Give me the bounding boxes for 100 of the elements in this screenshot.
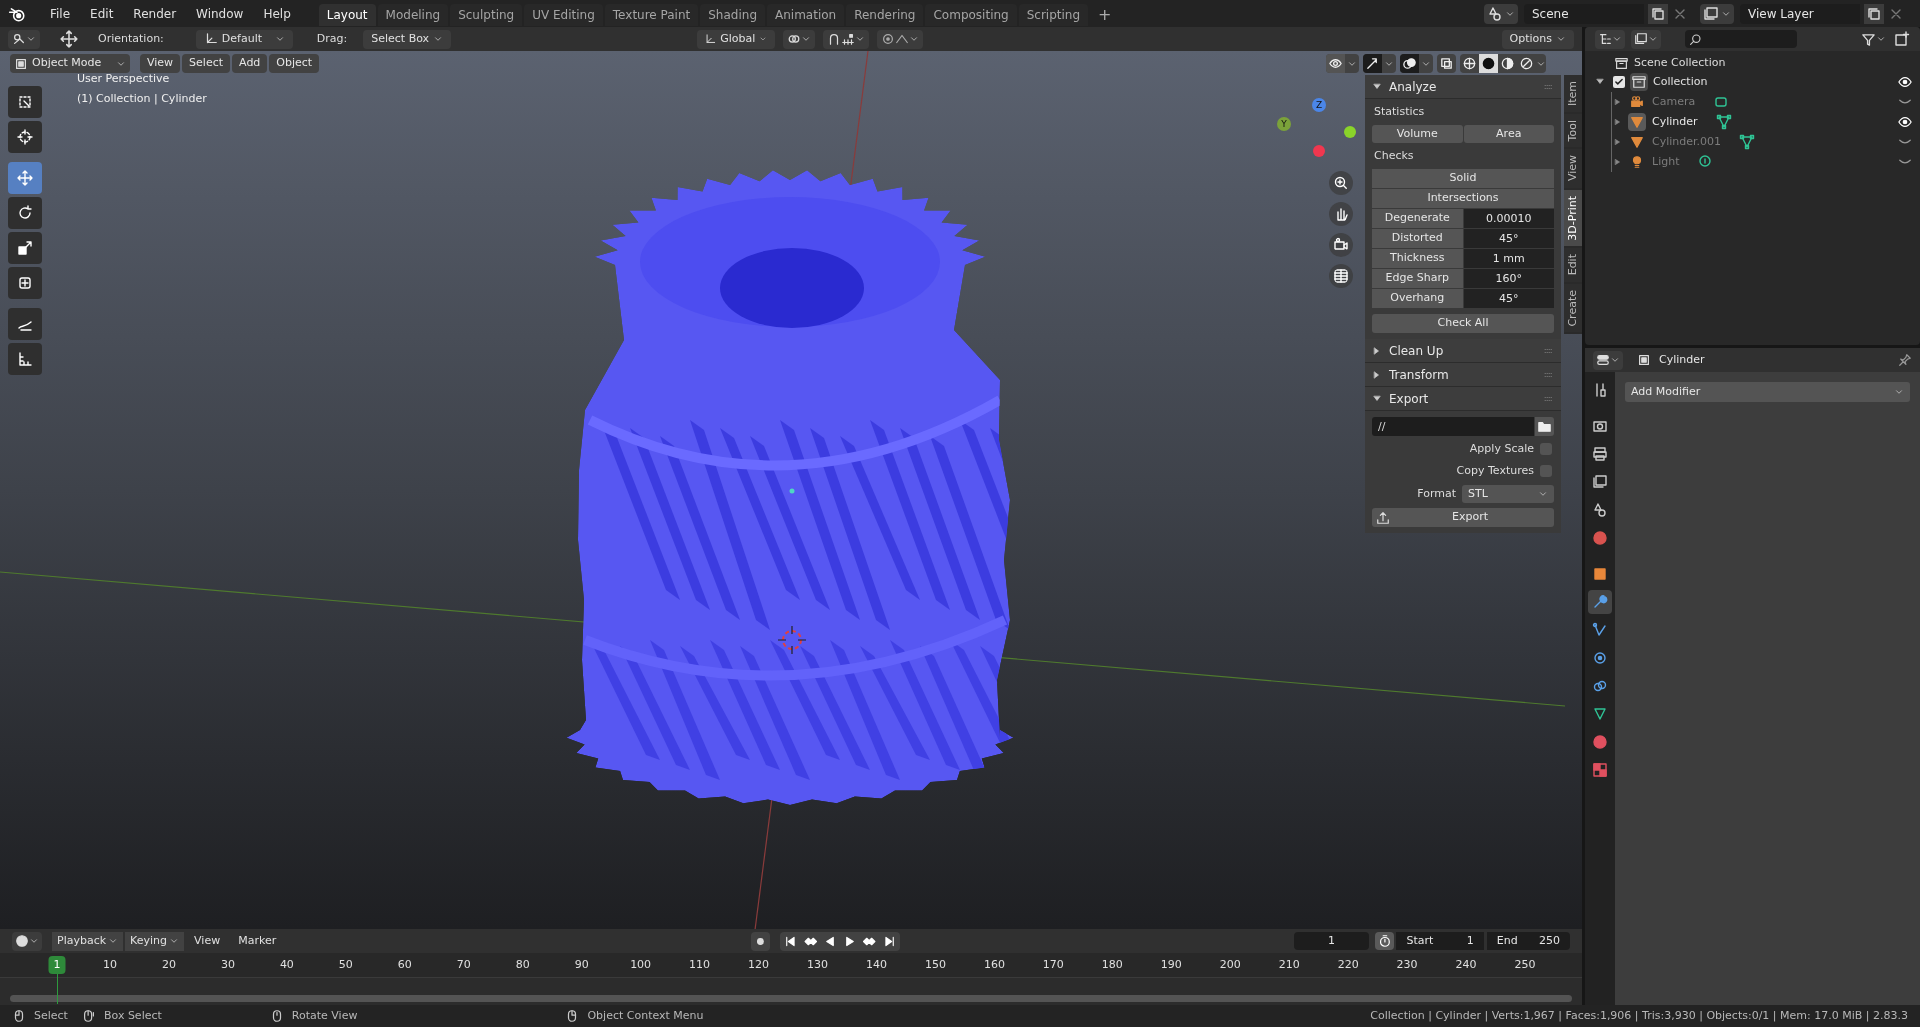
start-frame-field[interactable]: Start 1	[1396, 932, 1484, 950]
copy-icon[interactable]	[1648, 3, 1668, 24]
name-field[interactable]: Scene	[1524, 3, 1644, 24]
check-all-button[interactable]: Check All	[1372, 314, 1554, 333]
pin-icon[interactable]	[1898, 353, 1912, 367]
export-button[interactable]: Export	[1372, 508, 1554, 527]
add-workspace-button[interactable]: +	[1090, 3, 1120, 27]
workspace-tab[interactable]: Modeling	[377, 4, 449, 26]
select-box-icon[interactable]	[8, 86, 42, 118]
zoom-icon[interactable]	[1329, 171, 1353, 195]
current-frame-marker[interactable]: 1	[48, 956, 66, 974]
copy-icon[interactable]	[1864, 3, 1884, 24]
xray-icon[interactable]	[1437, 54, 1456, 73]
expand-arrow-icon[interactable]	[1614, 118, 1622, 126]
hand-icon[interactable]	[1329, 202, 1353, 226]
workspace-tab[interactable]: Texture Paint	[604, 4, 699, 26]
viewport-toggle[interactable]	[1326, 54, 1359, 73]
timeline-menu[interactable]: Marker	[230, 931, 285, 951]
workspace-tab[interactable]: Scripting	[1018, 4, 1089, 26]
workspace-tab[interactable]: Shading	[700, 4, 765, 26]
new-collection-icon[interactable]	[1894, 31, 1910, 47]
camera-icon[interactable]	[1329, 233, 1353, 257]
workspace-tab[interactable]: Rendering	[846, 4, 924, 26]
mesh-data-icon[interactable]	[1715, 114, 1732, 130]
outliner-item[interactable]: Cylinder	[1652, 113, 1698, 131]
format-dropdown[interactable]: STL	[1462, 485, 1554, 503]
viewport-menu[interactable]: Select	[182, 54, 231, 73]
eye-icon[interactable]	[1898, 75, 1912, 89]
grid-icon[interactable]	[1329, 264, 1353, 288]
checkbox[interactable]	[1613, 76, 1625, 88]
workspace-tab[interactable]: UV Editing	[524, 4, 603, 26]
workspace-tab[interactable]: Layout	[318, 4, 376, 26]
disclosure-triangle-icon[interactable]	[1596, 78, 1604, 86]
editor-type-dropdown[interactable]	[1593, 350, 1623, 370]
transform-icon[interactable]	[8, 267, 42, 299]
orientation-dropdown[interactable]: Default	[195, 29, 293, 49]
statistic-button[interactable]: Area	[1463, 125, 1554, 143]
viewport-menu[interactable]: View	[140, 54, 181, 73]
check-button[interactable]: Edge Sharp	[1372, 269, 1463, 288]
check-button[interactable]: Overhang	[1372, 289, 1463, 308]
check-button[interactable]: Distorted	[1372, 229, 1463, 248]
record-icon[interactable]	[751, 931, 770, 951]
checkbox[interactable]	[1540, 443, 1552, 455]
check-button[interactable]: Intersections	[1372, 189, 1554, 208]
transform-orientation-dropdown[interactable]: Global	[697, 29, 776, 49]
outliner-item[interactable]: Camera	[1652, 93, 1696, 111]
menu-item[interactable]: Window	[188, 2, 252, 25]
editor-type-dropdown[interactable]	[12, 931, 42, 951]
viewport-toggle[interactable]	[1400, 54, 1433, 73]
path-field[interactable]: //	[1372, 417, 1534, 436]
check-button[interactable]: Degenerate	[1372, 209, 1463, 228]
add-modifier-dropdown[interactable]: Add Modifier	[1625, 382, 1910, 402]
timeline-menu[interactable]: View	[186, 931, 229, 951]
workspace-tab[interactable]: Animation	[767, 4, 845, 26]
expand-arrow-icon[interactable]	[1614, 98, 1622, 106]
rotate-icon[interactable]	[8, 197, 42, 229]
menu-item[interactable]: File	[42, 2, 79, 25]
checkbox[interactable]	[1540, 465, 1552, 477]
camera-data-icon[interactable]	[1713, 94, 1730, 110]
axis-handle[interactable]: Y	[1277, 117, 1291, 131]
search-field[interactable]	[1685, 30, 1797, 48]
light-data-icon[interactable]	[1697, 154, 1714, 170]
cursor-icon[interactable]	[8, 121, 42, 153]
sidebar-tab[interactable]: Create	[1564, 283, 1582, 333]
sidebar-tab[interactable]: Edit	[1564, 248, 1582, 282]
name-field[interactable]: View Layer	[1740, 3, 1860, 24]
sidebar-tab[interactable]: View	[1564, 149, 1582, 188]
menu-item[interactable]: Render	[125, 2, 185, 25]
sidebar-tab[interactable]: Item	[1564, 75, 1582, 113]
menu-item[interactable]: Help	[255, 2, 299, 25]
solid-shading-icon[interactable]	[1479, 54, 1498, 73]
statistic-button[interactable]: Volume	[1372, 125, 1463, 143]
proportional-edit-dropdown[interactable]	[877, 29, 924, 49]
value-field[interactable]: 45°	[1463, 289, 1554, 308]
outliner-item[interactable]: Light	[1652, 153, 1680, 171]
check-button[interactable]: Thickness	[1372, 249, 1463, 268]
viewport-toggle[interactable]	[1363, 54, 1396, 73]
scroll-bar[interactable]	[10, 995, 1572, 1002]
outliner-item[interactable]: Collection	[1653, 73, 1893, 91]
data-block-menu[interactable]	[1484, 3, 1518, 24]
current-frame-field[interactable]: 1	[1294, 932, 1369, 950]
end-frame-field[interactable]: End 250	[1486, 932, 1570, 950]
viewport-menu[interactable]: Add	[232, 54, 268, 73]
pivot-dropdown[interactable]	[783, 29, 816, 49]
snap-dropdown[interactable]	[823, 29, 870, 49]
workspace-tab[interactable]: Sculpting	[450, 4, 523, 26]
value-field[interactable]: 160°	[1463, 269, 1554, 288]
value-field[interactable]: 1 mm	[1463, 249, 1554, 268]
outliner-item[interactable]: Scene Collection	[1634, 55, 1726, 72]
tool-settings-button[interactable]	[8, 29, 40, 49]
options-dropdown[interactable]: Options	[1501, 29, 1574, 49]
sidebar-tab[interactable]: 3D-Print	[1564, 189, 1582, 247]
menu-item[interactable]: Edit	[82, 2, 122, 25]
panel-header[interactable]: Export	[1365, 387, 1561, 411]
move-arrows-icon[interactable]	[8, 162, 42, 194]
folder-icon[interactable]	[1535, 417, 1554, 436]
sidebar-tab[interactable]: Tool	[1564, 114, 1582, 148]
ruler-icon[interactable]	[8, 343, 42, 375]
display-mode-dropdown[interactable]	[1595, 29, 1625, 49]
value-field[interactable]: 45°	[1463, 229, 1554, 248]
